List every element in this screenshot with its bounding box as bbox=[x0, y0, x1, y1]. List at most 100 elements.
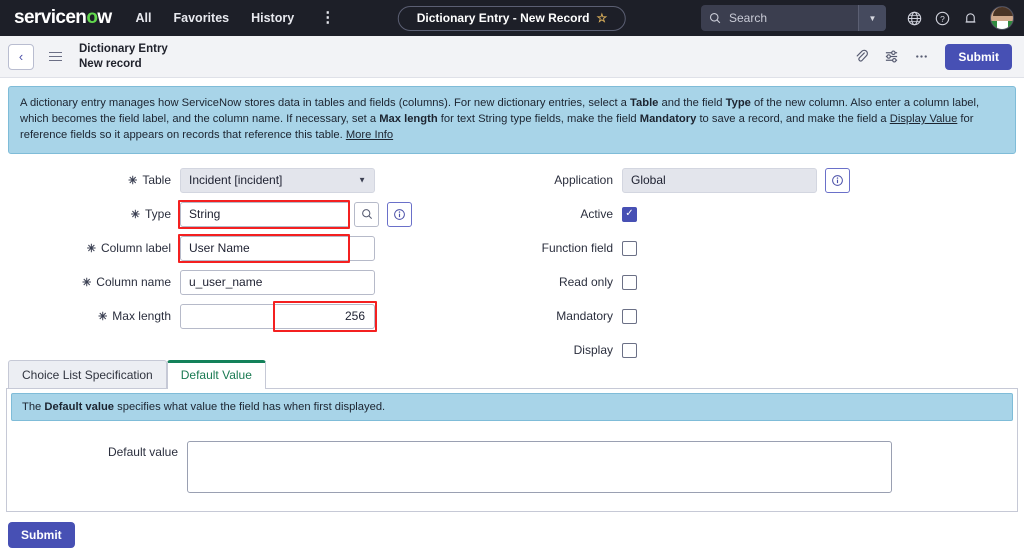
banner-link-more-info[interactable]: More Info bbox=[346, 129, 393, 141]
tab-default-value[interactable]: Default Value bbox=[166, 359, 266, 389]
field-control-column-label bbox=[178, 233, 375, 263]
tab-strip: Choice List Specification Default Value bbox=[6, 359, 1018, 389]
search-scope-dropdown[interactable]: ▼ bbox=[858, 5, 886, 31]
required-marker-max-length: ✳ bbox=[98, 310, 108, 323]
favorite-star-icon[interactable]: ☆ bbox=[596, 11, 607, 25]
max-length-input[interactable] bbox=[180, 303, 375, 329]
search-placeholder-text: Search bbox=[729, 11, 768, 25]
required-marker-column-name: ✳ bbox=[82, 276, 92, 289]
submit-button-footer[interactable]: Submit bbox=[8, 521, 75, 548]
tab-panel-default-value: The Default value specifies what value t… bbox=[6, 387, 1018, 512]
user-avatar[interactable] bbox=[990, 6, 1014, 30]
globe-icon[interactable] bbox=[900, 4, 928, 32]
field-row-mandatory: Mandatory bbox=[512, 304, 1024, 329]
field-row-display: Display bbox=[512, 338, 1024, 363]
submit-button-header[interactable]: Submit bbox=[945, 43, 1012, 70]
field-label-application: Application bbox=[512, 173, 622, 187]
field-row-function-field: Function field bbox=[512, 236, 1024, 261]
record-menu-icon[interactable] bbox=[46, 49, 65, 65]
field-control-read-only bbox=[622, 274, 637, 290]
table-select[interactable] bbox=[180, 167, 375, 193]
required-marker-table: ✳ bbox=[128, 174, 138, 187]
application-input[interactable] bbox=[622, 167, 817, 193]
global-search[interactable]: Search ▼ bbox=[701, 5, 886, 31]
default-value-textarea[interactable] bbox=[187, 440, 892, 493]
required-marker-column-label: ✳ bbox=[86, 242, 96, 255]
field-row-active: Active bbox=[512, 202, 1024, 227]
page-title-line1: Dictionary Entry bbox=[79, 42, 168, 55]
panel-banner-bold: Default value bbox=[44, 400, 115, 413]
banner-text-2: and the field bbox=[658, 97, 726, 109]
field-label-column-name: ✳ Column name bbox=[0, 275, 180, 289]
field-label-mandatory: Mandatory bbox=[512, 309, 622, 323]
svg-text:?: ? bbox=[940, 13, 945, 23]
record-form: ✳ Table ▼ ✳ Type bbox=[0, 153, 1024, 359]
field-label-column-label: ✳ Column label bbox=[0, 241, 180, 255]
read-only-checkbox[interactable] bbox=[622, 274, 637, 290]
page-title-line2: New record bbox=[79, 57, 142, 70]
more-actions-icon[interactable] bbox=[907, 43, 935, 71]
type-info-icon[interactable] bbox=[387, 201, 412, 227]
label-text-read-only: Read only bbox=[558, 275, 613, 290]
ham-line-2 bbox=[49, 55, 62, 58]
logo-text-part2: w bbox=[97, 7, 112, 28]
nav-more-menu-icon[interactable]: ⋮ bbox=[320, 10, 335, 25]
function-field-checkbox[interactable] bbox=[622, 240, 637, 256]
banner-bold-type: Type bbox=[725, 97, 751, 109]
field-control-function-field bbox=[622, 240, 637, 256]
default-value-form-body: Default value bbox=[7, 425, 1017, 511]
field-control-max-length bbox=[180, 300, 377, 332]
panel-banner-text-2: specifies what value the field has when … bbox=[114, 400, 386, 413]
form-left-column: ✳ Table ▼ ✳ Type bbox=[0, 167, 512, 359]
top-navigation-bar: servicen o w All Favorites History ⋮ Dicti… bbox=[0, 0, 1024, 36]
field-control-mandatory bbox=[622, 308, 637, 324]
label-text-table: Table bbox=[142, 173, 171, 188]
display-checkbox[interactable] bbox=[622, 342, 637, 358]
ham-line-1 bbox=[49, 51, 62, 54]
banner-text-1: A dictionary entry manages how ServiceNo… bbox=[20, 97, 631, 109]
current-record-pill[interactable]: Dictionary Entry - New Record ☆ bbox=[397, 5, 627, 31]
servicenow-logo[interactable]: servicen o w bbox=[14, 7, 112, 29]
application-info-icon[interactable] bbox=[825, 167, 850, 193]
field-row-table: ✳ Table ▼ bbox=[0, 167, 512, 193]
search-input[interactable]: Search bbox=[701, 5, 858, 31]
attachment-icon[interactable] bbox=[847, 43, 875, 71]
search-icon bbox=[709, 12, 721, 24]
default-value-info-banner: The Default value specifies what value t… bbox=[11, 392, 1013, 421]
column-label-input[interactable] bbox=[180, 235, 375, 261]
help-icon[interactable]: ? bbox=[928, 4, 956, 32]
active-checkbox[interactable] bbox=[622, 206, 637, 222]
type-lookup-search-icon[interactable] bbox=[354, 201, 379, 227]
form-settings-icon[interactable] bbox=[877, 43, 905, 71]
related-tabs-section: Choice List Specification Default Value … bbox=[0, 358, 1024, 512]
banner-text-5: to save a record, and make the field a bbox=[696, 113, 890, 126]
label-text-function-field: Function field bbox=[541, 241, 613, 256]
label-text-default-value: Default value bbox=[107, 444, 178, 459]
avatar-hair bbox=[993, 7, 1013, 16]
column-name-input[interactable] bbox=[180, 269, 375, 295]
ham-line-3 bbox=[49, 59, 62, 62]
nav-item-favorites[interactable]: Favorites bbox=[174, 11, 230, 25]
required-marker-type: ✳ bbox=[130, 208, 140, 221]
logo-text-o: o bbox=[86, 7, 98, 28]
tab-choice-list-specification[interactable]: Choice List Specification bbox=[8, 359, 167, 389]
dictionary-info-banner: A dictionary entry manages how ServiceNo… bbox=[8, 86, 1016, 154]
field-control-application bbox=[622, 167, 850, 193]
label-text-display: Display bbox=[573, 343, 613, 358]
nav-item-all[interactable]: All bbox=[136, 11, 152, 25]
banner-bold-mandatory: Mandatory bbox=[639, 113, 697, 126]
field-control-active bbox=[622, 206, 637, 222]
field-row-column-name: ✳ Column name bbox=[0, 269, 512, 295]
field-control-type bbox=[178, 199, 412, 229]
label-text-type: Type bbox=[144, 207, 171, 222]
record-subheader: ‹ Dictionary Entry New record Submit bbox=[0, 36, 1024, 78]
field-label-read-only: Read only bbox=[512, 275, 622, 289]
back-button[interactable]: ‹ bbox=[8, 43, 34, 70]
banner-link-display-value[interactable]: Display Value bbox=[890, 113, 958, 125]
bell-icon[interactable] bbox=[956, 4, 984, 32]
nav-item-history[interactable]: History bbox=[251, 11, 294, 25]
avatar-shirt bbox=[991, 21, 1013, 29]
primary-nav-links: All Favorites History ⋮ bbox=[136, 10, 336, 25]
type-input[interactable] bbox=[180, 201, 350, 227]
mandatory-checkbox[interactable] bbox=[622, 308, 637, 324]
